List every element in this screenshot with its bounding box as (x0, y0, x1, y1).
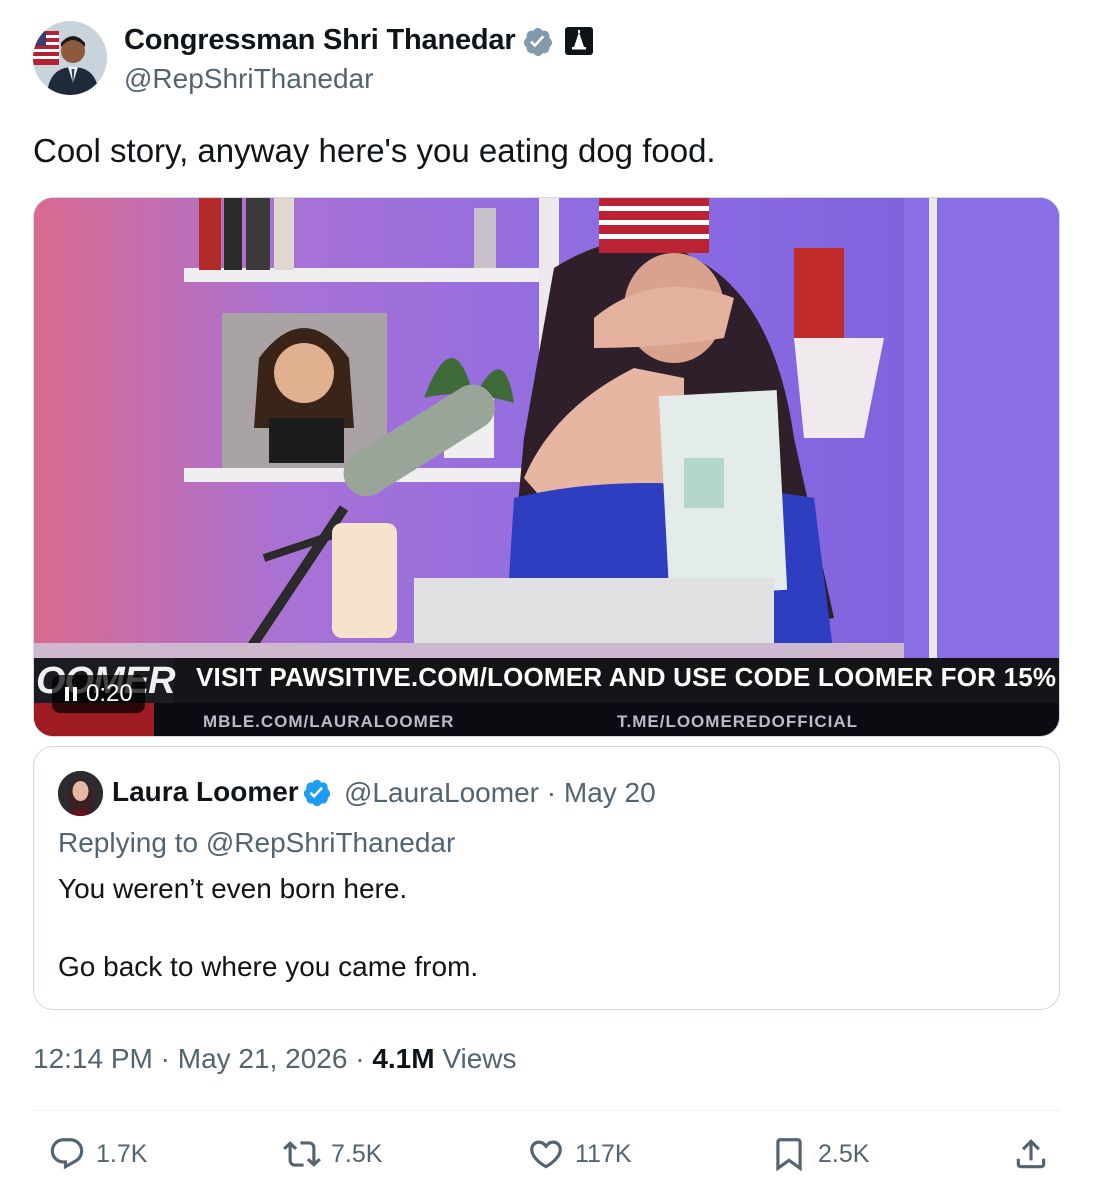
video-frame (34, 198, 1059, 736)
reply-button[interactable]: 1.7K (48, 1135, 147, 1173)
verified-badge-icon[interactable] (302, 778, 332, 808)
quote-date[interactable]: May 20 (564, 777, 656, 808)
repost-button[interactable]: 7.5K (283, 1135, 382, 1173)
quote-text-line-1: You weren’t even born here. (58, 873, 408, 904)
author-name[interactable]: Congressman Shri Thanedar (124, 24, 516, 57)
repost-icon (283, 1141, 321, 1167)
bookmark-count: 2.5K (818, 1139, 870, 1168)
ticker-left-text: MBLE.COM/LAURALOOMER (203, 712, 455, 731)
tweet-time[interactable]: 12:14 PM (33, 1043, 153, 1074)
quote-handle-date[interactable]: @LauraLoomer · May 20 (344, 777, 656, 809)
views-label: Views (442, 1043, 517, 1074)
government-affiliation-icon[interactable] (565, 27, 593, 55)
divider (33, 1110, 1060, 1111)
reply-count: 1.7K (96, 1139, 148, 1168)
quote-text-line-2: Go back to where you came from. (58, 951, 479, 982)
ticker-main-text: VISIT PAWSITIVE.COM/LOOMER AND USE CODE … (196, 662, 1093, 692)
quote-replying-to[interactable]: Replying to @RepShriThanedar (58, 827, 455, 859)
pause-icon[interactable] (64, 686, 78, 702)
share-icon (1016, 1139, 1046, 1169)
video-player[interactable] (33, 197, 1060, 737)
bookmark-button[interactable]: 2.5K (770, 1135, 869, 1173)
ticker-right-text: T.ME/LOOMEREDOFFICIAL (617, 712, 859, 731)
tweet-text: Cool story, anyway here's you eating dog… (33, 132, 716, 169)
like-button[interactable]: 117K (527, 1135, 632, 1173)
bookmark-icon (776, 1138, 802, 1172)
heart-icon (530, 1140, 562, 1169)
like-count: 117K (575, 1139, 632, 1168)
share-button[interactable] (1012, 1135, 1050, 1173)
reply-icon (50, 1138, 84, 1170)
tweet-date[interactable]: May 21, 2026 (178, 1043, 348, 1074)
quote-author-name[interactable]: Laura Loomer (112, 776, 299, 808)
repost-count: 7.5K (331, 1139, 383, 1168)
author-handle[interactable]: @RepShriThanedar (124, 63, 373, 95)
quote-author-avatar[interactable] (58, 771, 103, 816)
tweet-meta: 12:14 PM · May 21, 2026 · 4.1M Views (33, 1043, 517, 1074)
views-count: 4.1M (372, 1043, 435, 1074)
video-timestamp[interactable]: 0:20 (52, 675, 145, 713)
video-time-label: 0:20 (86, 680, 133, 707)
verified-badge-icon[interactable] (522, 26, 554, 58)
author-avatar[interactable] (33, 21, 107, 95)
quote-handle[interactable]: @LauraLoomer (344, 777, 539, 808)
